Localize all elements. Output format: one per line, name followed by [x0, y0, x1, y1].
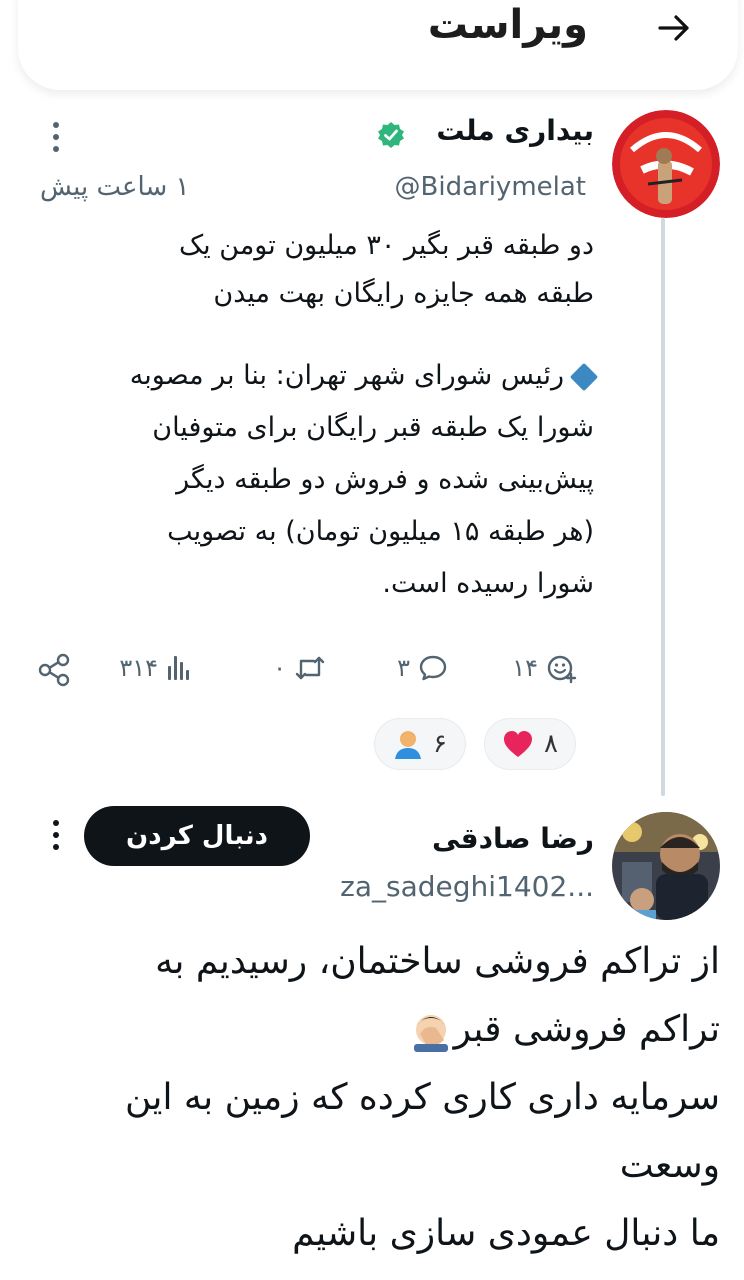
more-options-icon[interactable] — [46, 818, 66, 852]
views-button[interactable]: ۳۱۴ — [119, 648, 190, 688]
heart-icon — [504, 731, 533, 757]
post-text-line: از تراکم فروشی ساختمان، رسیدیم به — [155, 941, 720, 982]
person-reaction-pill[interactable]: ۶ — [374, 718, 466, 770]
post-text-line: وسعت — [619, 1145, 720, 1186]
more-options-icon[interactable] — [46, 120, 66, 154]
views-count: ۳۱۴ — [119, 654, 158, 682]
avatar-bidariymelat[interactable] — [612, 110, 720, 218]
blue-diamond-icon — [569, 362, 599, 391]
react-button[interactable]: ۱۴ — [512, 648, 578, 688]
heart-reaction-count: ۸ — [544, 729, 558, 759]
views-chart-icon — [168, 656, 189, 680]
post-text: از تراکم فروشی ساختمان، رسیدیم به تراکم … — [20, 928, 720, 1268]
post-text-line: ما دنبال عمودی سازی باشیم — [292, 1213, 720, 1254]
quoted-news-text: رئیس شورای شهر تهران: بنا بر مصوبه شورا … — [34, 350, 599, 610]
page: ویراست بیداری ملت @Bidariymelat ۱ ساعت پ… — [0, 0, 744, 1280]
post-text-line: (هر طبقه ۱۵ میلیون تومان) به تصویب — [167, 516, 594, 547]
post-text-line: سرمایه داری کاری کرده که زمین به این — [125, 1077, 720, 1118]
person-reaction-count: ۶ — [433, 729, 447, 759]
author-name[interactable]: بیداری ملت — [436, 114, 594, 147]
post-text: دو طبقه قبر بگیر ۳۰ میلیون تومن یک طبقه … — [34, 222, 594, 318]
facepalm-emoji-icon — [413, 1015, 448, 1052]
reply-button[interactable]: ۳ — [397, 648, 448, 688]
repost-count: ۰ — [273, 654, 286, 682]
repost-button[interactable]: ۰ — [273, 648, 326, 688]
add-reaction-icon — [547, 655, 577, 684]
post-text-line: دو طبقه قبر بگیر ۳۰ میلیون تومن یک — [179, 230, 594, 261]
post-time: ۱ ساعت پیش — [40, 172, 190, 202]
post-text-line: شورا رسیده است. — [382, 568, 594, 599]
post-text-line: شورا یک طبقه قبر رایگان برای متوفیان — [152, 412, 594, 443]
author-name[interactable]: رضا صادقی — [432, 822, 594, 855]
thread-connector-line — [661, 218, 665, 796]
reaction-count: ۱۴ — [512, 654, 538, 682]
author-handle[interactable]: za_sadeghi1402... — [340, 870, 594, 903]
verified-badge-icon — [378, 122, 404, 148]
repost-icon — [295, 656, 325, 680]
heart-reaction-pill[interactable]: ۸ — [484, 718, 576, 770]
top-bar: ویراست — [18, 0, 738, 90]
share-icon[interactable] — [36, 652, 72, 688]
post-text-line: رئیس شورای شهر تهران: بنا بر مصوبه — [34, 350, 599, 402]
reply-count: ۳ — [397, 654, 410, 682]
person-emoji-icon — [395, 731, 422, 759]
post-text-line: تراکم فروشی قبر — [20, 996, 720, 1064]
author-handle[interactable]: @Bidariymelat — [395, 172, 586, 202]
comment-icon — [419, 655, 447, 681]
follow-button[interactable]: دنبال کردن — [84, 806, 310, 866]
page-title: ویراست — [427, 2, 588, 48]
avatar-reza-sadeghi[interactable] — [612, 812, 720, 920]
post-text-line: طبقه همه جایزه رایگان بهت میدن — [213, 278, 594, 309]
arrow-right-icon[interactable] — [656, 10, 692, 46]
post-text-line: پیش‌بینی شده و فروش دو طبقه دیگر — [176, 464, 594, 495]
